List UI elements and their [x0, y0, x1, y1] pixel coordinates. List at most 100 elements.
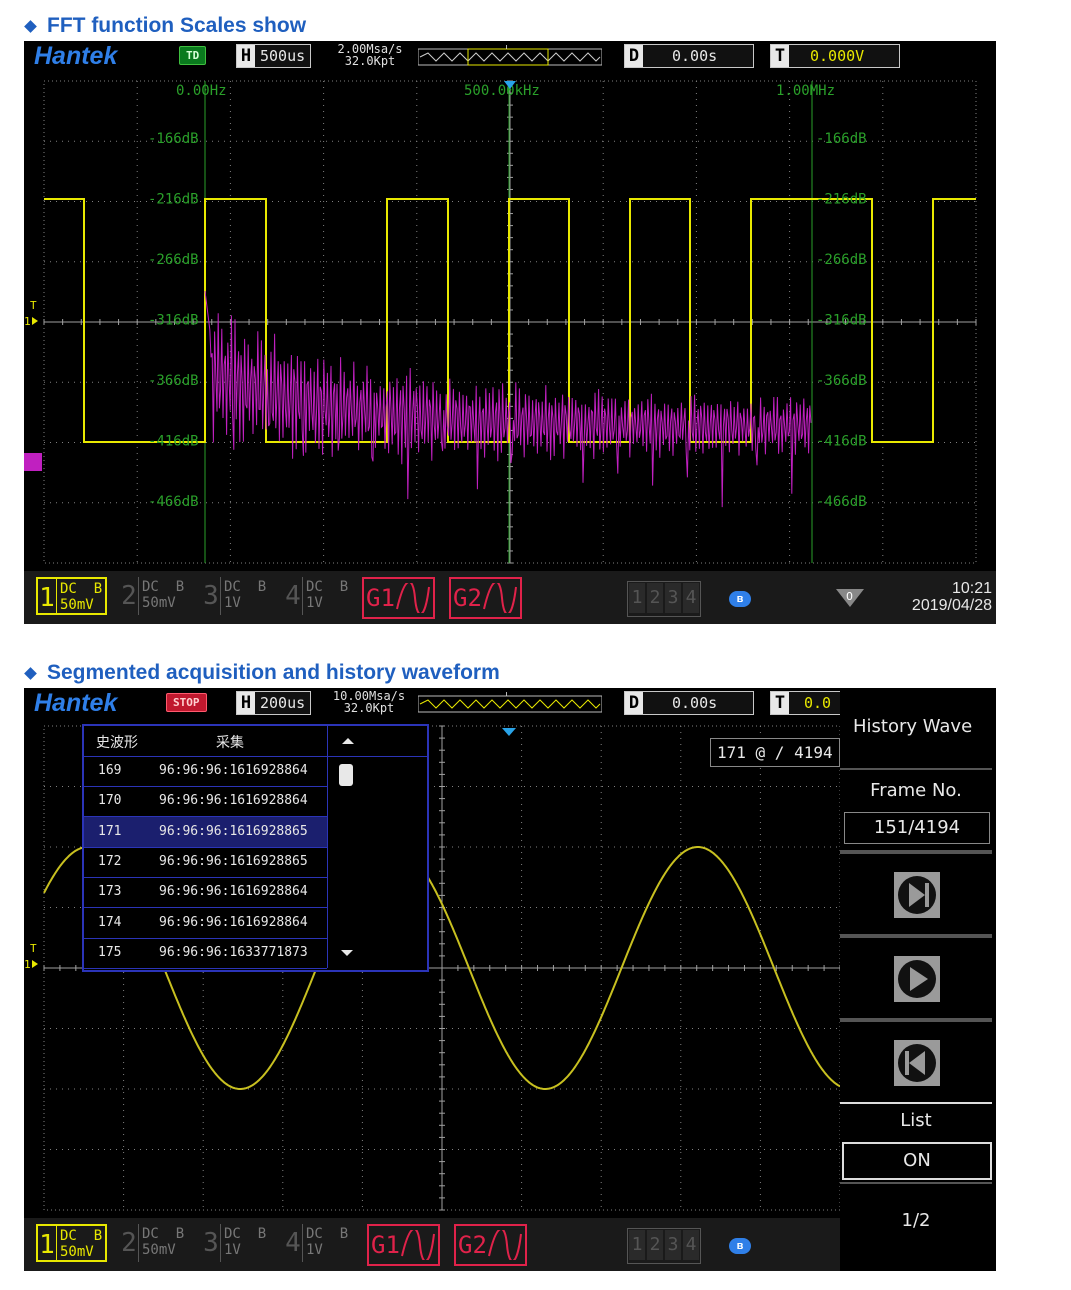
generator-1-box[interactable]: G1: [362, 577, 435, 619]
fft-db-label-left: -416dB: [148, 434, 199, 450]
scrollbar-thumb[interactable]: [339, 764, 353, 786]
channel-2-box[interactable]: 2 DC B 50mV: [120, 1224, 187, 1262]
channel-3-number: 3: [203, 581, 219, 611]
channel-3-box[interactable]: 3 DC B 1V: [202, 1224, 269, 1262]
list-toggle[interactable]: ON: [842, 1142, 992, 1180]
channel-select-group[interactable]: 1 2 3 4: [627, 581, 701, 617]
channel-4-number: 4: [285, 1228, 301, 1258]
channel-1-scale: 50mV: [60, 597, 94, 613]
delay-box[interactable]: D 0.00s: [624, 44, 754, 68]
usb-icon[interactable]: 0: [834, 585, 866, 609]
row-index: 173: [98, 884, 122, 900]
scroll-up-icon[interactable]: [328, 726, 368, 756]
channel-1-box[interactable]: 1 DC B 50mV: [36, 1224, 108, 1262]
run-stop-badge[interactable]: STOP: [166, 693, 207, 712]
bluetooth-icon[interactable]: ʙ: [729, 1238, 751, 1254]
history-list-table[interactable]: 史波形 采集 169 96:96:96:1616928864 170 96:96:96…: [82, 724, 429, 972]
fft-db-label-left: -216dB: [148, 192, 199, 208]
delay-value: 0.00s: [672, 694, 718, 712]
channel-select-4[interactable]: 4: [683, 583, 699, 613]
channel-select-1[interactable]: 1: [629, 1230, 645, 1260]
timebase-box[interactable]: H 500us: [236, 44, 312, 68]
history-side-menu: History Wave Frame No. 151/4194 List ON …: [840, 688, 996, 1271]
channel-1-coupling: DC: [60, 581, 77, 597]
generator-2-box[interactable]: G2: [449, 577, 522, 619]
channel-4-box[interactable]: 4 DC B 1V: [284, 1224, 351, 1262]
row-index: 170: [98, 793, 122, 809]
generator-1-label: G1: [371, 1231, 400, 1259]
channel-2-info: DC B 50mV: [138, 1224, 187, 1262]
svg-text:T: T: [503, 692, 509, 698]
fft-waveform-display[interactable]: 0.00Hz 500.00kHz 1.00MHz -166dB -166dB -216dB…: [24, 71, 996, 571]
frame-no-value[interactable]: 151/4194: [844, 812, 990, 844]
ch1-level-marker-icon[interactable]: T 1: [24, 942, 38, 971]
frame-no-cell[interactable]: Frame No. 151/4194: [840, 768, 992, 852]
channel-1-box[interactable]: 1 DC B 50mV: [36, 577, 108, 615]
channel-4-bw: B: [339, 579, 349, 595]
fft-axis-labels: 0.00Hz 500.00kHz 1.00MHz -166dB -166dB -216dB…: [148, 83, 867, 510]
ch1-level-marker-icon[interactable]: T 1: [24, 299, 38, 328]
math-channel-marker-icon[interactable]: [24, 453, 42, 471]
fft-db-label-right: -216dB: [816, 192, 867, 208]
section-title-fft: FFT function Scales show: [24, 14, 307, 38]
generator-1-box[interactable]: G1: [367, 1224, 440, 1266]
prev-frame-icon[interactable]: [894, 1040, 940, 1086]
channel-status-bar: 1 DC B 50mV 2 DC B 50mV 3 DC B 1V 4 DC B 1V …: [24, 1218, 840, 1271]
channel-3-bw: B: [257, 579, 267, 595]
play-icon[interactable]: [894, 956, 940, 1002]
bluetooth-icon[interactable]: ʙ: [729, 591, 751, 607]
list-label: List: [900, 1110, 932, 1131]
trigger-marker-icon[interactable]: [502, 728, 516, 736]
channel-2-box[interactable]: 2 DC B 50mV: [120, 577, 187, 615]
header-acquisition: 采集: [216, 735, 244, 751]
history-table-header: 史波形 采集: [84, 726, 427, 757]
table-row[interactable]: 174 96:96:96:1616928864: [84, 908, 327, 939]
channel-4-coupling: DC: [306, 1226, 323, 1242]
row-index: 174: [98, 914, 122, 930]
next-frame-cell[interactable]: [840, 852, 992, 936]
channel-4-box[interactable]: 4 DC B 1V: [284, 577, 351, 615]
channel-4-bw: B: [339, 1226, 349, 1242]
table-row[interactable]: 173 96:96:96:1616928864: [84, 877, 327, 909]
table-row[interactable]: 170 96:96:96:1616928864: [84, 786, 327, 818]
channel-select-3[interactable]: 3: [665, 583, 681, 613]
trigger-box[interactable]: T 0.0: [770, 691, 841, 715]
row-timestamp: 96:96:96:1616928864: [159, 793, 308, 809]
generator-1-label: G1: [366, 584, 395, 612]
fft-db-label-right: -316dB: [816, 313, 867, 329]
scroll-down-icon[interactable]: [327, 938, 367, 968]
table-row[interactable]: 172 96:96:96:1616928865: [84, 847, 327, 878]
play-cell[interactable]: [840, 936, 992, 1020]
svg-text:1: 1: [24, 315, 31, 328]
table-row[interactable]: 171 96:96:96:1616928865: [84, 816, 327, 848]
row-timestamp: 96:96:96:1616928864: [159, 914, 308, 930]
fft-db-label-right: -366dB: [816, 373, 867, 389]
menu-page-indicator[interactable]: 1/2: [840, 1210, 992, 1231]
clock-time: 10:21: [951, 580, 992, 597]
list-cell[interactable]: List ON: [840, 1102, 992, 1184]
channel-select-1[interactable]: 1: [629, 583, 645, 613]
channel-4-info: DC B 1V: [302, 1224, 351, 1262]
usb-count: 0: [846, 590, 853, 603]
timebase-box[interactable]: H 200us: [236, 691, 312, 715]
run-mode-badge[interactable]: TD: [179, 46, 207, 65]
channel-3-box[interactable]: 3 DC B 1V: [202, 577, 269, 615]
oscilloscope-screen-fft: Hantek TD H 500us 2.00Msa/s 32.0Kpt T D …: [24, 41, 996, 624]
channel-2-scale: 50mV: [142, 1242, 176, 1258]
generator-2-box[interactable]: G2: [454, 1224, 527, 1266]
channel-select-3[interactable]: 3: [665, 1230, 681, 1260]
next-frame-icon[interactable]: [894, 872, 940, 918]
delay-box[interactable]: D 0.00s: [624, 691, 754, 715]
channel-select-4[interactable]: 4: [683, 1230, 699, 1260]
section-title-text: FFT function Scales show: [47, 14, 307, 37]
channel-select-group[interactable]: 1 2 3 4: [627, 1228, 701, 1264]
trigger-letter: T: [771, 45, 789, 67]
trigger-box[interactable]: T 0.000V: [770, 44, 900, 68]
waveform-overview-icon: T: [418, 45, 602, 66]
brand-logo: Hantek: [34, 689, 118, 717]
prev-frame-cell[interactable]: [840, 1020, 992, 1104]
table-row[interactable]: 175 96:96:96:1633771873: [84, 938, 327, 969]
channel-select-2[interactable]: 2: [647, 1230, 663, 1260]
table-row[interactable]: 169 96:96:96:1616928864: [84, 756, 327, 787]
channel-select-2[interactable]: 2: [647, 583, 663, 613]
